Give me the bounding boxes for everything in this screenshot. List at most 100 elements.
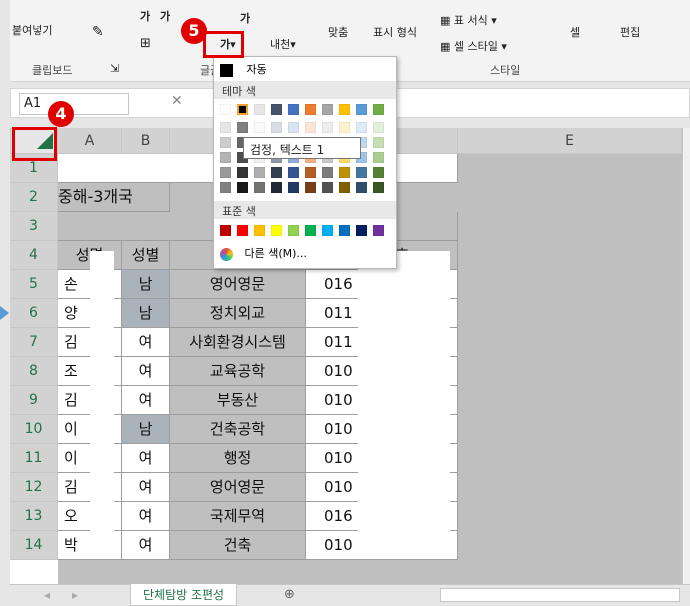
row-header[interactable]: 14 <box>10 531 58 560</box>
standard-color-swatch[interactable] <box>271 225 282 236</box>
dept-cell[interactable]: 국제무역 <box>170 502 306 531</box>
dept-cell[interactable]: 행정 <box>170 444 306 473</box>
tab-scroll-left-icon[interactable]: ◂ <box>44 588 50 602</box>
row-header[interactable]: 3 <box>10 212 58 241</box>
add-sheet-icon[interactable]: ⊕ <box>284 587 295 602</box>
theme-shade-swatch[interactable] <box>288 122 299 133</box>
theme-shade-swatch[interactable] <box>373 182 384 193</box>
gender-cell[interactable]: 여 <box>122 386 170 415</box>
gender-cell[interactable]: 여 <box>122 444 170 473</box>
theme-shade-swatch[interactable] <box>356 167 367 178</box>
theme-shade-swatch[interactable] <box>220 152 231 163</box>
theme-shade-swatch[interactable] <box>220 122 231 133</box>
theme-shade-swatch[interactable] <box>237 167 248 178</box>
gender-cell[interactable]: 여 <box>122 502 170 531</box>
theme-color-swatch[interactable] <box>288 104 299 115</box>
row-header[interactable]: 2 <box>10 183 58 212</box>
number-format-button[interactable]: 표시 형식 <box>370 24 420 40</box>
dept-cell[interactable]: 영어영문 <box>170 473 306 502</box>
font-size-increase-icon[interactable]: 가 <box>140 8 150 24</box>
theme-shade-swatch[interactable] <box>254 167 265 178</box>
theme-color-swatch[interactable] <box>356 104 367 115</box>
dept-cell[interactable]: 부동산 <box>170 386 306 415</box>
gender-cell[interactable]: 여 <box>122 357 170 386</box>
standard-color-swatch[interactable] <box>305 225 316 236</box>
theme-shade-swatch[interactable] <box>237 182 248 193</box>
theme-color-swatch[interactable] <box>339 104 350 115</box>
alignment-button[interactable]: 맞춤 <box>328 24 348 40</box>
dept-cell[interactable]: 사회환경시스템 <box>170 328 306 357</box>
row-header[interactable]: 11 <box>10 444 58 473</box>
theme-shade-swatch[interactable] <box>322 182 333 193</box>
theme-color-swatch[interactable] <box>271 104 282 115</box>
theme-shade-swatch[interactable] <box>322 167 333 178</box>
theme-shade-swatch[interactable] <box>322 122 333 133</box>
standard-color-swatch[interactable] <box>339 225 350 236</box>
tab-scroll-right-icon[interactable]: ▸ <box>72 588 78 602</box>
theme-color-swatch[interactable] <box>322 104 333 115</box>
standard-color-swatch[interactable] <box>322 225 333 236</box>
dept-cell[interactable]: 교육공학 <box>170 357 306 386</box>
theme-shade-swatch[interactable] <box>339 122 350 133</box>
row-header[interactable]: 5 <box>10 270 58 299</box>
gender-cell[interactable]: 남 <box>122 415 170 444</box>
gender-cell[interactable]: 여 <box>122 473 170 502</box>
fill-color-icon[interactable]: 가 <box>240 10 250 26</box>
table-format-button[interactable]: ▦ 표 서식 ▾ <box>440 12 497 28</box>
gender-cell[interactable]: 남 <box>122 270 170 299</box>
row-header[interactable]: 7 <box>10 328 58 357</box>
theme-color-swatch[interactable] <box>305 104 316 115</box>
theme-shade-swatch[interactable] <box>288 167 299 178</box>
theme-shade-swatch[interactable] <box>271 122 282 133</box>
theme-shade-swatch[interactable] <box>254 182 265 193</box>
column-header-a[interactable]: A <box>58 128 122 154</box>
theme-shade-swatch[interactable] <box>288 182 299 193</box>
edit-button[interactable]: 편집 <box>620 24 640 40</box>
theme-shade-swatch[interactable] <box>356 122 367 133</box>
font-size-decrease-icon[interactable]: 가 <box>160 8 170 24</box>
theme-shade-swatch[interactable] <box>373 137 384 148</box>
theme-shade-swatch[interactable] <box>305 122 316 133</box>
theme-shade-swatch[interactable] <box>237 122 248 133</box>
theme-shade-swatch[interactable] <box>220 137 231 148</box>
theme-color-swatch[interactable] <box>373 104 384 115</box>
theme-color-swatch[interactable] <box>237 104 248 115</box>
gender-cell[interactable]: 남 <box>122 299 170 328</box>
auto-color-option[interactable]: 자동 <box>220 61 390 77</box>
standard-color-swatch[interactable] <box>254 225 265 236</box>
standard-color-swatch[interactable] <box>220 225 231 236</box>
theme-shade-swatch[interactable] <box>271 167 282 178</box>
column-header-e[interactable]: E <box>458 128 682 154</box>
row-header[interactable]: 10 <box>10 415 58 444</box>
row-header[interactable]: 6 <box>10 299 58 328</box>
theme-shade-swatch[interactable] <box>220 182 231 193</box>
standard-color-swatch[interactable] <box>356 225 367 236</box>
dept-cell[interactable]: 건축 <box>170 531 306 560</box>
standard-color-swatch[interactable] <box>288 225 299 236</box>
dialog-launcher-icon[interactable]: ⇲ <box>110 62 119 75</box>
standard-color-swatch[interactable] <box>237 225 248 236</box>
theme-shade-swatch[interactable] <box>305 167 316 178</box>
subtitle-cell[interactable]: 중해-3개국 <box>58 183 170 212</box>
horizontal-scrollbar[interactable] <box>440 588 680 602</box>
dept-cell[interactable]: 정치외교 <box>170 299 306 328</box>
theme-shade-swatch[interactable] <box>271 182 282 193</box>
row-header[interactable]: 12 <box>10 473 58 502</box>
row-header[interactable]: 4 <box>10 241 58 270</box>
vertical-scrollbar[interactable] <box>682 128 690 584</box>
row-header[interactable]: 9 <box>10 386 58 415</box>
more-colors-option[interactable]: 다른 색(M)... <box>220 245 390 263</box>
name-box[interactable]: A1 <box>19 93 129 115</box>
paste-button[interactable]: 붙여넣기 <box>12 22 52 38</box>
cells-button[interactable]: 셀 <box>570 24 580 40</box>
theme-shade-swatch[interactable] <box>373 122 384 133</box>
theme-shade-swatch[interactable] <box>373 167 384 178</box>
cancel-icon[interactable]: ✕ <box>171 93 183 109</box>
format-painter-icon[interactable]: ✎ <box>92 24 104 40</box>
dept-cell[interactable]: 건축공학 <box>170 415 306 444</box>
row-header[interactable]: 8 <box>10 357 58 386</box>
gender-cell[interactable]: 여 <box>122 531 170 560</box>
theme-shade-swatch[interactable] <box>254 122 265 133</box>
standard-color-swatch[interactable] <box>373 225 384 236</box>
cell-style-button[interactable]: ▦ 셀 스타일 ▾ <box>440 38 507 54</box>
